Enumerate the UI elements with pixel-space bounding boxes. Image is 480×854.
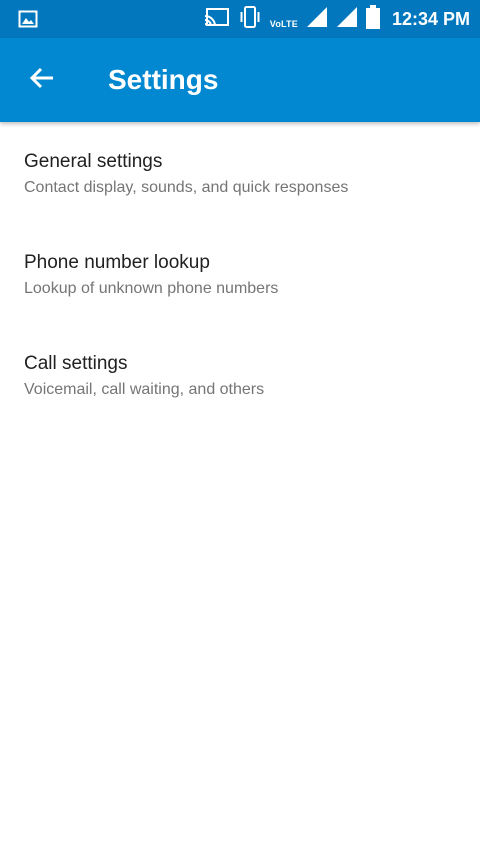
volte-label: VoLTE [269,19,298,29]
page-title: Settings [108,64,219,95]
back-button[interactable] [18,58,66,102]
signal-icon [306,6,328,33]
vibrate-icon [238,5,262,33]
gallery-icon [18,9,38,29]
status-icons: VoLTE 12:34 PM [204,0,470,38]
settings-item-phone-lookup[interactable]: Phone number lookup Lookup of unknown ph… [0,223,480,324]
settings-item-summary: Voicemail, call waiting, and others [24,381,265,398]
status-time: 12:34 PM [391,8,470,29]
status-bar: VoLTE 12:34 PM [0,0,480,38]
cast-icon [204,7,230,32]
settings-item-title: Call settings [24,353,128,374]
settings-item-summary: Contact display, sounds, and quick respo… [24,179,349,196]
settings-item-summary: Lookup of unknown phone numbers [24,280,279,297]
settings-item-general[interactable]: General settings Contact display, sounds… [0,122,480,223]
settings-item-title: General settings [24,151,163,172]
settings-item-call[interactable]: Call settings Voicemail, call waiting, a… [0,324,480,425]
battery-icon [365,4,380,34]
signal-icon [336,6,358,33]
settings-item-title: Phone number lookup [24,252,210,273]
settings-list: General settings Contact display, sounds… [0,122,480,425]
app-bar: Settings [0,38,480,122]
arrow-left-icon [28,64,56,97]
